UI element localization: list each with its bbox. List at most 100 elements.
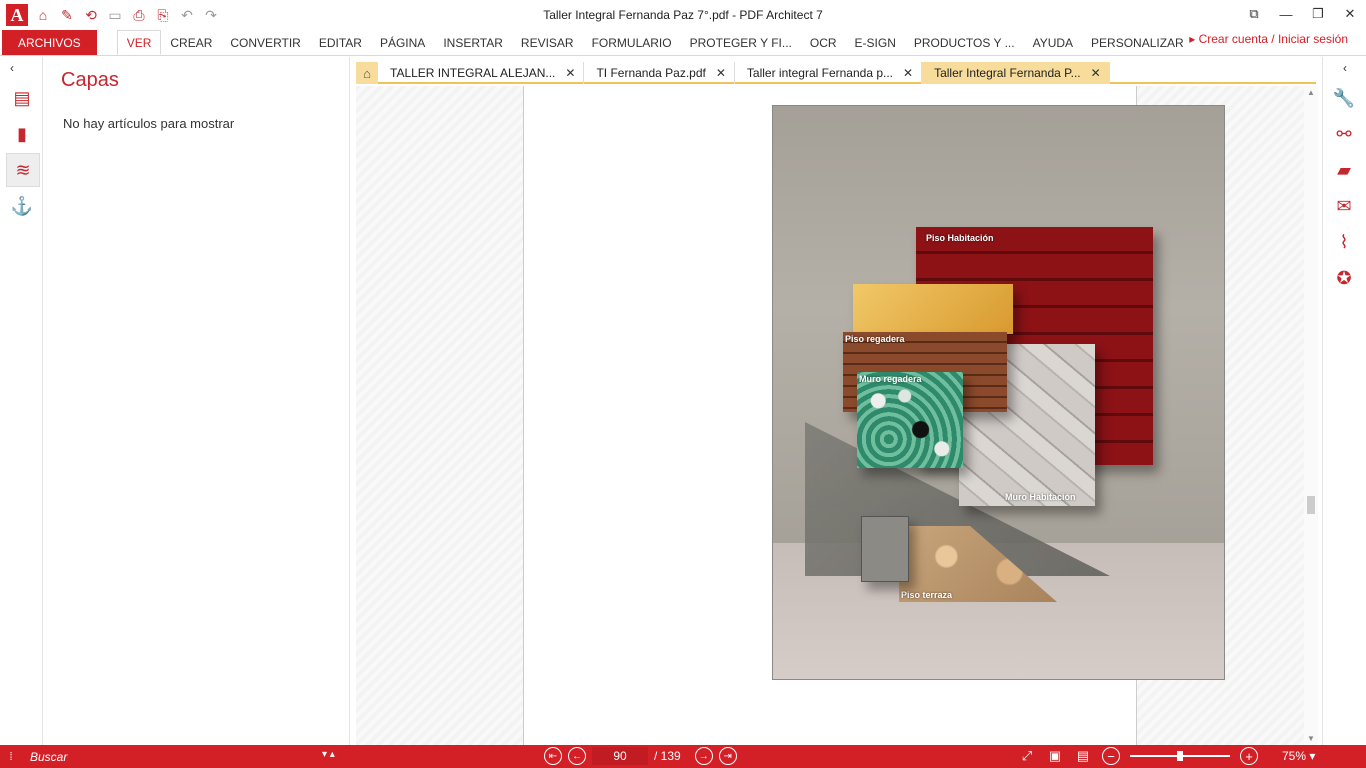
tab-ayuda[interactable]: AYUDA bbox=[1024, 30, 1082, 55]
label-muro-habitacion: Muro Habitación bbox=[1005, 492, 1076, 502]
tab-esign[interactable]: E-SIGN bbox=[846, 30, 905, 55]
minimize-button[interactable]: — bbox=[1270, 0, 1302, 28]
chevron-right-icon: ▸ bbox=[1189, 32, 1199, 46]
label-piso-habitacion: Piso Habitación bbox=[926, 233, 994, 243]
actual-size-icon[interactable]: ▣ bbox=[1046, 747, 1064, 765]
right-sidebar: ‹ 🔧 ⚯ ▰ ✉ ⌇ ✪ bbox=[1322, 57, 1366, 745]
home-icon[interactable]: ⌂ bbox=[34, 6, 52, 24]
zoom-controls: ⤢ ▣ ▤ − + 75% ▾ bbox=[1018, 747, 1315, 765]
scroll-up-icon[interactable]: ▲ bbox=[1307, 88, 1315, 97]
panel-title: Capas bbox=[61, 69, 119, 91]
close-tab-icon[interactable]: ✕ bbox=[716, 66, 726, 80]
label-piso-terraza: Piso terraza bbox=[901, 590, 953, 600]
sketch-card bbox=[861, 516, 909, 582]
tab-revisar[interactable]: REVISAR bbox=[512, 30, 583, 55]
title-bar: A ⌂ ✎ ⟲ ▭ ⎙ ⎘ ↶ ↷ Taller Integral Fernan… bbox=[0, 0, 1366, 30]
layers-icon[interactable]: ≋ bbox=[6, 153, 40, 187]
restore-small-icon[interactable]: ⧉ bbox=[1238, 0, 1270, 28]
page-number-input[interactable]: 90 bbox=[592, 747, 648, 765]
doc-tab-label: Taller Integral Fernanda P... bbox=[934, 66, 1081, 80]
zoom-in-button[interactable]: + bbox=[1240, 747, 1258, 765]
tab-editar[interactable]: EDITAR bbox=[310, 30, 371, 55]
doc-tab-active[interactable]: Taller Integral Fernanda P... ✕ bbox=[922, 62, 1110, 84]
convert-icon[interactable]: ⟲ bbox=[82, 6, 100, 24]
zoom-level-value: 75% bbox=[1282, 749, 1307, 763]
signin-link[interactable]: ▸ Crear cuenta / Iniciar sesión bbox=[1189, 32, 1348, 46]
tab-productos[interactable]: PRODUCTOS Y ... bbox=[905, 30, 1024, 55]
binoculars-icon[interactable]: ⚯ bbox=[1331, 121, 1357, 147]
scroll-thumb[interactable] bbox=[1307, 496, 1315, 514]
fit-page-icon[interactable]: ⤢ bbox=[1018, 747, 1036, 765]
label-muro-regadera: Muro regadera bbox=[859, 374, 922, 384]
left-sidebar: ‹ ▤ ▮ ≋ ⚓ bbox=[0, 57, 43, 745]
tab-proteger[interactable]: PROTEGER Y FI... bbox=[681, 30, 801, 55]
panel-empty-message: No hay artículos para mostrar bbox=[63, 116, 235, 131]
folder-icon[interactable]: ▰ bbox=[1331, 157, 1357, 183]
close-tab-icon[interactable]: ✕ bbox=[1091, 66, 1101, 80]
close-button[interactable]: ✕ bbox=[1334, 0, 1366, 28]
vertical-scrollbar[interactable]: ▲ ▼ bbox=[1304, 86, 1318, 745]
doc-tab[interactable]: TI Fernanda Paz.pdf ✕ bbox=[584, 62, 735, 84]
first-page-button[interactable]: ⇤ bbox=[544, 747, 562, 765]
home-tab-icon[interactable]: ⌂ bbox=[356, 62, 378, 84]
total-pages: / 139 bbox=[654, 749, 681, 763]
zoom-slider[interactable] bbox=[1130, 747, 1230, 765]
tab-archivos[interactable]: ARCHIVOS bbox=[2, 30, 97, 55]
tab-convertir[interactable]: CONVERTIR bbox=[221, 30, 309, 55]
doc-tab-label: TI Fernanda Paz.pdf bbox=[596, 66, 706, 80]
print-preview-icon[interactable]: ⎘ bbox=[154, 6, 172, 24]
app-logo-icon[interactable]: A bbox=[6, 4, 28, 26]
search-input[interactable]: Buscar bbox=[22, 750, 342, 764]
undo-icon[interactable]: ↶ bbox=[178, 6, 196, 24]
page-navigation: ⇤ ← 90 / 139 → ⇥ bbox=[544, 747, 737, 765]
tab-insertar[interactable]: INSERTAR bbox=[434, 30, 512, 55]
page-thumbnails-icon[interactable]: ▤ bbox=[9, 85, 35, 111]
zoom-level[interactable]: 75% ▾ bbox=[1282, 749, 1315, 763]
material-board-image: Piso Habitación Muro Habitación Piso reg… bbox=[772, 105, 1225, 680]
save-icon[interactable]: ▭ bbox=[106, 6, 124, 24]
certificate-icon[interactable]: ✪ bbox=[1331, 265, 1357, 291]
wrench-icon[interactable]: 🔧 bbox=[1331, 85, 1357, 111]
collapse-left-icon[interactable]: ‹ bbox=[10, 61, 14, 75]
label-piso-regadera: Piso regadera bbox=[845, 334, 905, 344]
quick-access-toolbar: A ⌂ ✎ ⟲ ▭ ⎙ ⎘ ↶ ↷ bbox=[0, 0, 220, 30]
prev-page-button[interactable]: ← bbox=[568, 747, 586, 765]
zoom-slider-knob[interactable] bbox=[1177, 751, 1183, 761]
tab-crear[interactable]: CREAR bbox=[161, 30, 221, 55]
ribbon-tabs: ARCHIVOS VER CREAR CONVERTIR EDITAR PÁGI… bbox=[0, 30, 1366, 56]
single-page-icon[interactable]: ▤ bbox=[1074, 747, 1092, 765]
doc-tab[interactable]: Taller integral Fernanda p... ✕ bbox=[735, 62, 923, 84]
last-page-button[interactable]: ⇥ bbox=[718, 747, 737, 765]
comment-icon[interactable]: ✉ bbox=[1331, 193, 1357, 219]
doc-tab[interactable]: TALLER INTEGRAL ALEJAN... ✕ bbox=[378, 62, 585, 84]
maximize-button[interactable]: ❐ bbox=[1302, 0, 1334, 28]
close-tab-icon[interactable]: ✕ bbox=[565, 66, 575, 80]
document-viewport[interactable]: Piso Habitación Muro Habitación Piso reg… bbox=[356, 86, 1304, 745]
bookmarks-icon[interactable]: ▮ bbox=[9, 121, 35, 147]
collapse-right-icon[interactable]: ‹ bbox=[1343, 61, 1347, 75]
next-page-button[interactable]: → bbox=[694, 747, 713, 765]
scroll-down-icon[interactable]: ▼ bbox=[1307, 734, 1315, 743]
zoom-out-button[interactable]: − bbox=[1102, 747, 1120, 765]
tab-pagina[interactable]: PÁGINA bbox=[371, 30, 434, 55]
signin-label: Crear cuenta / Iniciar sesión bbox=[1198, 32, 1348, 46]
doc-tab-label: TALLER INTEGRAL ALEJAN... bbox=[390, 66, 556, 80]
tab-personalizar[interactable]: PERSONALIZAR bbox=[1082, 30, 1193, 55]
redo-icon[interactable]: ↷ bbox=[202, 6, 220, 24]
close-tab-icon[interactable]: ✕ bbox=[903, 66, 913, 80]
tab-ocr[interactable]: OCR bbox=[801, 30, 846, 55]
edit-icon[interactable]: ✎ bbox=[58, 6, 76, 24]
tab-formulario[interactable]: FORMULARIO bbox=[583, 30, 681, 55]
layers-panel: Capas No hay artículos para mostrar bbox=[43, 57, 350, 745]
status-bar: ⁞ Buscar ▾ ▴ ⇤ ← 90 / 139 → ⇥ ⤢ ▣ ▤ − + … bbox=[0, 745, 1366, 768]
tab-ver[interactable]: VER bbox=[116, 30, 162, 55]
print-icon[interactable]: ⎙ bbox=[130, 6, 148, 24]
grip-icon: ⁞ bbox=[9, 750, 13, 763]
paperclip-icon[interactable]: ⌇ bbox=[1331, 229, 1357, 255]
window-controls: ⧉ — ❐ ✕ bbox=[1238, 0, 1366, 28]
search-options-icon[interactable]: ▾ ▴ bbox=[322, 749, 335, 760]
anchor-icon[interactable]: ⚓ bbox=[9, 193, 35, 219]
tile-swatch bbox=[853, 284, 1013, 334]
pdf-page: Piso Habitación Muro Habitación Piso reg… bbox=[523, 86, 1225, 745]
doc-tab-label: Taller integral Fernanda p... bbox=[746, 66, 894, 80]
